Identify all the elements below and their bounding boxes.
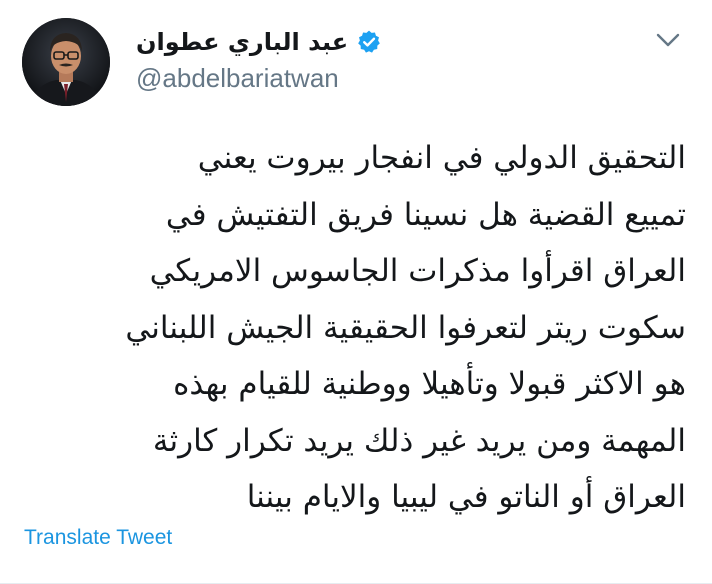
- tweet-text: التحقيق الدولي في انفجار بيروت يعني تميي…: [26, 130, 686, 526]
- tweet-text-line: العراق أو الناتو في ليبيا والايام بيننا: [246, 479, 686, 515]
- author-avatar[interactable]: [22, 18, 110, 106]
- chevron-down-icon[interactable]: [654, 30, 682, 50]
- author-display-name[interactable]: عبد الباري عطوان: [136, 28, 348, 56]
- author-name-row: عبد الباري عطوان: [136, 28, 380, 56]
- tweet-text-line: تمييع القضية هل نسينا فريق التفتيش في: [165, 196, 686, 233]
- tweet-text-line: العراق اقرأوا مذكرات الجاسوس الامريكي: [149, 253, 686, 289]
- tweet-text-line: هو الاكثر قبولا وتأهيلا ووطنية للقيام به…: [173, 366, 686, 402]
- avatar-photo: [22, 18, 110, 106]
- tweet-text-line: سكوت ريتر لتعرفوا الحقيقية الجيش اللبنان…: [125, 309, 686, 346]
- author-handle[interactable]: @abdelbariatwan: [136, 63, 339, 94]
- tweet-text-line: التحقيق الدولي في انفجار بيروت يعني: [197, 140, 686, 176]
- verified-badge-icon: [356, 29, 382, 55]
- tweet-card: عبد الباري عطوان @abdelbariatwan التحقيق…: [0, 0, 712, 584]
- tweet-text-line: المهمة ومن يريد غير ذلك يريد تكرار كارثة: [152, 422, 686, 459]
- translate-tweet-link[interactable]: Translate Tweet: [24, 526, 172, 550]
